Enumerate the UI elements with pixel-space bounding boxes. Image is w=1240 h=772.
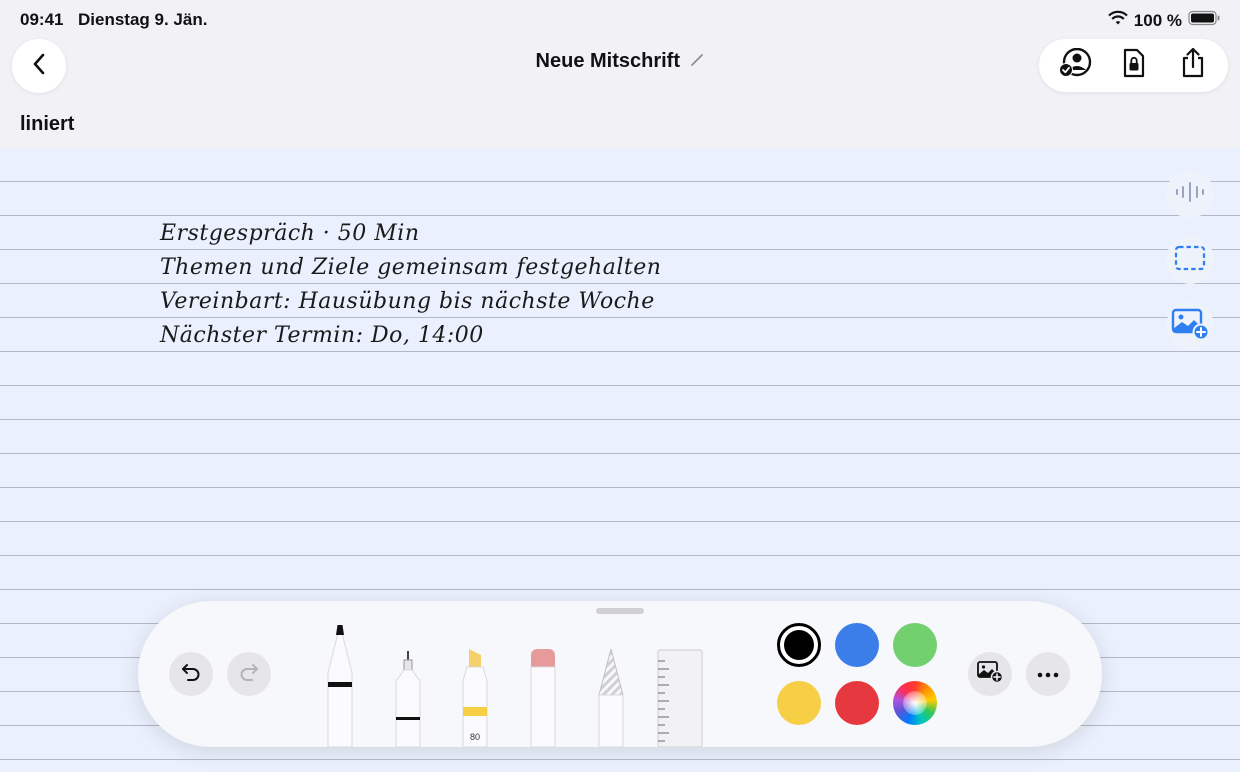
share-icon: [1180, 47, 1206, 84]
color-black-fill: [784, 630, 814, 660]
wifi-icon: [1108, 10, 1128, 31]
note-line-4: Nächster Termin: Do, 14:00: [160, 323, 484, 348]
ellipsis-icon: [1037, 665, 1059, 683]
color-blue-swatch[interactable]: [835, 623, 879, 667]
selection-button[interactable]: [1166, 236, 1214, 284]
status-time: 09:41: [20, 10, 64, 29]
audio-record-button[interactable]: [1166, 170, 1214, 218]
pencil-tool[interactable]: [596, 647, 626, 752]
more-options-button[interactable]: [1026, 652, 1070, 696]
audio-waveform-icon: [1174, 180, 1206, 209]
undo-icon: [180, 661, 202, 688]
note-line-1: Erstgespräch · 50 Min: [160, 221, 420, 246]
color-red-swatch[interactable]: [835, 681, 879, 725]
collaborate-button[interactable]: [1053, 44, 1097, 88]
marker-width-label: 80: [469, 732, 480, 742]
note-line-2: Themen und Ziele gemeinsam festgehalten: [160, 255, 662, 280]
status-date: Dienstag 9. Jän.: [78, 10, 208, 29]
share-button[interactable]: [1171, 44, 1215, 88]
undo-button[interactable]: [169, 652, 213, 696]
battery-percent: 100 %: [1133, 10, 1182, 30]
note-line-3: Vereinbart: Hausübung bis nächste Woche: [160, 289, 655, 314]
color-wheel-center: [903, 691, 927, 715]
edit-pencil-icon[interactable]: [690, 53, 704, 72]
color-green-swatch[interactable]: [893, 623, 937, 667]
pen-tool[interactable]: [325, 624, 355, 752]
color-yellow-swatch[interactable]: [777, 681, 821, 725]
ruler-tool[interactable]: [657, 649, 703, 752]
status-bar: 09:41 Dienstag 9. Jän. 100 %: [0, 0, 1240, 38]
locked-document-icon: [1122, 48, 1146, 83]
eraser-tool[interactable]: [528, 649, 558, 752]
insert-image-button[interactable]: [968, 652, 1012, 696]
toolbar-grabber[interactable]: [596, 608, 644, 614]
header-actions: [1039, 39, 1228, 92]
lock-document-button[interactable]: [1112, 44, 1156, 88]
add-image-icon: [1171, 308, 1210, 345]
note-title[interactable]: Neue Mitschrift: [536, 50, 680, 72]
selection-rectangle-icon: [1174, 245, 1206, 276]
add-image-button[interactable]: [1166, 302, 1214, 350]
redo-icon: [238, 661, 260, 688]
color-picker-wheel[interactable]: [893, 681, 937, 725]
battery-icon: [1188, 10, 1220, 31]
redo-button[interactable]: [227, 652, 271, 696]
drawing-toolbar: 80: [138, 601, 1102, 748]
fineliner-tool[interactable]: [393, 651, 423, 752]
marker-tool[interactable]: 80: [460, 649, 490, 752]
status-right: 100 %: [1108, 10, 1220, 31]
insert-image-icon: [977, 660, 1004, 688]
collaborate-icon: [1058, 47, 1092, 83]
paper-style-label: liniert: [20, 113, 75, 135]
color-black-swatch[interactable]: [777, 623, 821, 667]
